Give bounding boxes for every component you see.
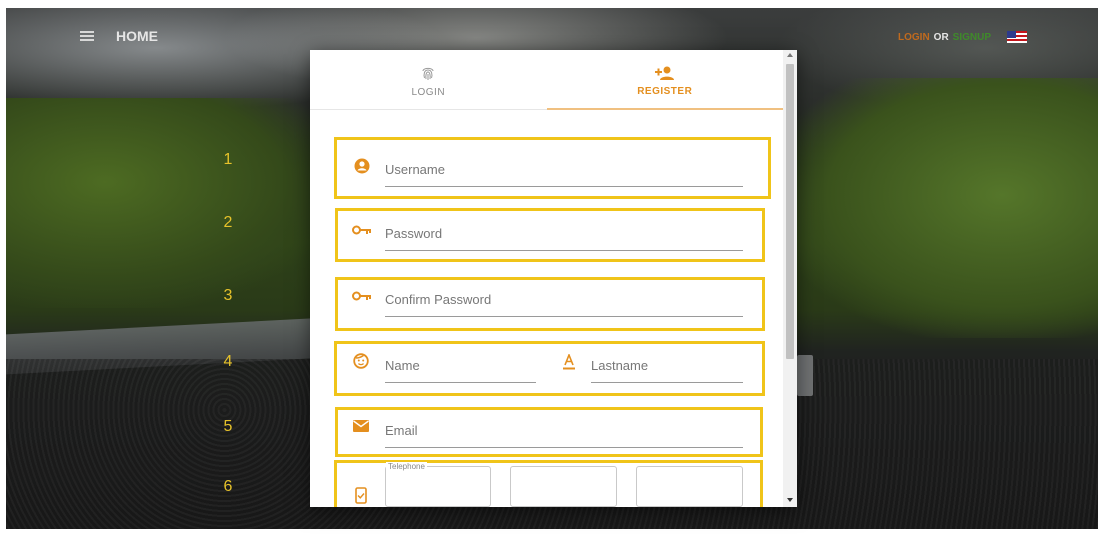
telephone-label: Telephone [386, 462, 427, 471]
tab-register-label: REGISTER [637, 85, 693, 97]
us-flag-icon[interactable] [1007, 31, 1028, 43]
register-dialog: LOGIN REGISTER Username Name Lastname Em… [310, 50, 797, 507]
tab-register[interactable]: REGISTER [546, 50, 783, 110]
key-icon [352, 290, 372, 302]
username-input[interactable] [385, 158, 743, 187]
scrollbar[interactable] [783, 50, 797, 507]
menu-icon[interactable] [80, 31, 94, 41]
or-text: OR [933, 31, 949, 43]
fingerprint-icon [422, 67, 434, 80]
mail-icon [353, 419, 369, 433]
telephone-country-field[interactable] [385, 466, 491, 507]
annotation-number: 4 [223, 353, 233, 370]
text-format-icon [562, 354, 576, 370]
scroll-up-icon[interactable] [787, 53, 793, 57]
scroll-thumb[interactable] [786, 64, 794, 359]
lastname-input[interactable] [591, 354, 743, 383]
annotation-number: 1 [223, 151, 233, 168]
top-nav: HOME [80, 28, 158, 44]
name-input[interactable] [385, 354, 536, 383]
home-link[interactable]: HOME [116, 28, 158, 44]
signup-link[interactable]: SIGNUP [953, 32, 991, 43]
scroll-down-icon[interactable] [787, 498, 793, 502]
telephone-area-field[interactable] [510, 466, 617, 507]
add-user-icon [654, 66, 674, 80]
hill-right [778, 78, 1098, 338]
annotation-number: 3 [223, 287, 233, 304]
key-icon [352, 224, 372, 236]
confirm-password-input[interactable] [385, 288, 743, 317]
hill-left [6, 98, 336, 308]
telephone-number-field[interactable] [636, 466, 743, 507]
tab-login[interactable]: LOGIN [310, 50, 547, 110]
phone-check-icon [354, 486, 368, 504]
annotation-number: 6 [223, 478, 233, 495]
login-link[interactable]: LOGIN [898, 32, 930, 43]
side-handle[interactable] [797, 355, 813, 396]
tab-login-label: LOGIN [411, 87, 446, 98]
annotation-number: 5 [223, 418, 233, 435]
email-input[interactable] [385, 419, 743, 448]
auth-tabs: LOGIN REGISTER [310, 50, 783, 110]
annotation-number: 2 [223, 214, 233, 231]
account-circle-icon [354, 158, 370, 174]
auth-links: LOGIN OR SIGNUP [898, 31, 1028, 43]
face-icon [353, 353, 369, 369]
password-input[interactable] [385, 222, 743, 251]
